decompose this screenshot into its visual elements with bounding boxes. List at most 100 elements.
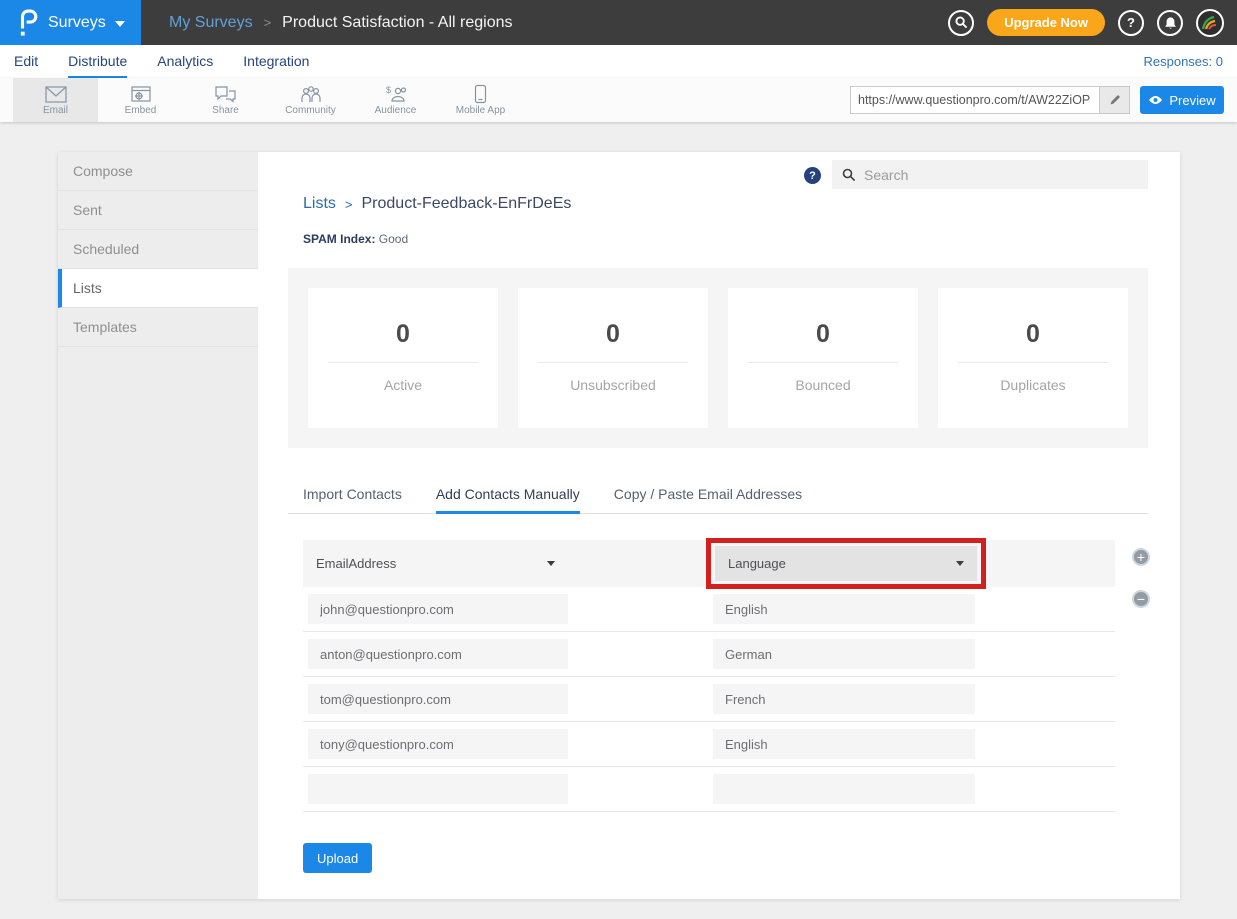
pencil-icon [1109,94,1121,106]
sidebar-item-compose[interactable]: Compose [58,152,258,191]
add-contacts-form: EmailAddress Language [303,540,1115,873]
contact-row [303,767,1115,812]
embed-icon [130,85,152,104]
upgrade-button[interactable]: Upgrade Now [987,9,1105,36]
top-bar: Surveys My Surveys > Product Satisfactio… [0,0,1237,45]
stat-value: 0 [728,320,918,349]
contact-row [303,587,1115,632]
responses-count[interactable]: Responses: 0 [1144,45,1224,78]
nav-tab-distribute[interactable]: Distribute [68,45,127,78]
survey-nav: Edit Distribute Analytics Integration Re… [0,45,1237,78]
stat-label: Duplicates [938,377,1128,393]
share-icon [214,85,237,104]
language-input-4[interactable] [713,729,975,759]
nav-tab-integration[interactable]: Integration [243,45,309,78]
tab-add-contacts-manually[interactable]: Add Contacts Manually [436,479,580,514]
column-select-language[interactable]: Language [715,546,977,581]
divider [748,362,898,363]
column-select-email-address[interactable]: EmailAddress [303,546,568,581]
search-button[interactable] [948,10,974,36]
list-search-box [832,160,1148,189]
help-button[interactable]: ? [1118,10,1144,36]
breadcrumb-my-surveys-link[interactable]: My Surveys [169,14,253,32]
stat-card-active: 0 Active [308,288,498,428]
breadcrumb-current-list: Product-Feedback-EnFrDeEs [362,195,572,213]
spam-index-value: Good [379,232,408,246]
distribute-toolbar: Email Embed Share Community $ Audience [0,78,1237,122]
stat-label: Bounced [728,377,918,393]
sidebar-item-sent[interactable]: Sent [58,191,258,230]
toolbar-tab-embed[interactable]: Embed [98,78,183,122]
sidebar-item-lists[interactable]: Lists [58,269,258,308]
product-name: Surveys [48,14,106,32]
bell-icon [1164,16,1177,30]
email-sidebar: Compose Sent Scheduled Lists Templates [58,152,258,899]
toolbar-tab-email[interactable]: Email [13,78,98,122]
email-input-4[interactable] [308,729,568,759]
avatar[interactable] [1196,9,1224,37]
email-input-3[interactable] [308,684,568,714]
contacts-tabs: Import Contacts Add Contacts Manually Co… [288,479,1148,514]
product-switcher[interactable]: Surveys [0,0,141,45]
breadcrumb-separator: > [264,15,272,30]
breadcrumb-lists-link[interactable]: Lists [303,195,336,213]
language-input-1[interactable] [713,594,975,624]
top-bar-right: My Surveys > Product Satisfaction - All … [141,0,1237,45]
toolbar-tab-community[interactable]: Community [268,78,353,122]
avatar-logo-icon [1199,12,1221,34]
divider [958,362,1108,363]
page: Surveys My Surveys > Product Satisfactio… [0,0,1237,919]
survey-url-input[interactable] [851,87,1099,113]
toolbar-tab-mobile-app[interactable]: Mobile App [438,78,523,122]
eye-icon [1148,95,1163,105]
edit-url-button[interactable] [1099,87,1129,113]
questionpro-logo-icon [17,9,39,37]
remove-row-button[interactable]: − [1132,590,1150,608]
stat-card-unsubscribed: 0 Unsubscribed [518,288,708,428]
contact-row [303,722,1115,767]
page-title: Product Satisfaction - All regions [282,14,512,32]
preview-button[interactable]: Preview [1140,86,1224,114]
add-row-button[interactable]: + [1132,548,1150,566]
email-input-2[interactable] [308,639,568,669]
stat-card-bounced: 0 Bounced [728,288,918,428]
language-input-2[interactable] [713,639,975,669]
tab-copy-paste-email-addresses[interactable]: Copy / Paste Email Addresses [614,479,802,514]
spam-index: SPAM Index: Good [303,232,408,246]
email-input-1[interactable] [308,594,568,624]
list-help-icon[interactable]: ? [804,167,821,184]
toolbar-tab-share[interactable]: Share [183,78,268,122]
list-breadcrumb: Lists > Product-Feedback-EnFrDeEs [303,195,571,213]
list-search-input[interactable] [864,167,1138,183]
contact-row [303,632,1115,677]
stat-value: 0 [308,320,498,349]
contact-row [303,677,1115,722]
stats-panel: 0 Active 0 Unsubscribed 0 Bounced 0 [288,268,1148,448]
notifications-button[interactable] [1157,10,1183,36]
stat-label: Unsubscribed [518,377,708,393]
stat-value: 0 [518,320,708,349]
sidebar-item-templates[interactable]: Templates [58,308,258,347]
email-icon [44,85,68,104]
language-input-5[interactable] [713,774,975,804]
main-panel: Compose Sent Scheduled Lists Templates ?… [58,152,1180,899]
community-icon [299,85,323,104]
chevron-down-icon [115,21,125,27]
sidebar-item-scheduled[interactable]: Scheduled [58,230,258,269]
nav-tab-analytics[interactable]: Analytics [157,45,213,78]
stat-label: Active [308,377,498,393]
tab-import-contacts[interactable]: Import Contacts [303,479,402,514]
upload-button[interactable]: Upload [303,843,372,873]
toolbar-tab-audience[interactable]: $ Audience [353,78,438,122]
magnifier-icon [842,168,856,182]
top-actions: Upgrade Now ? [948,9,1224,37]
audience-icon: $ [384,85,408,104]
nav-tab-edit[interactable]: Edit [14,45,38,78]
chevron-down-icon [547,561,555,566]
email-input-5[interactable] [308,774,568,804]
breadcrumb-chevron: > [345,197,353,212]
mobile-app-icon [474,84,487,104]
language-input-3[interactable] [713,684,975,714]
divider [538,362,688,363]
search-icon [955,16,968,29]
